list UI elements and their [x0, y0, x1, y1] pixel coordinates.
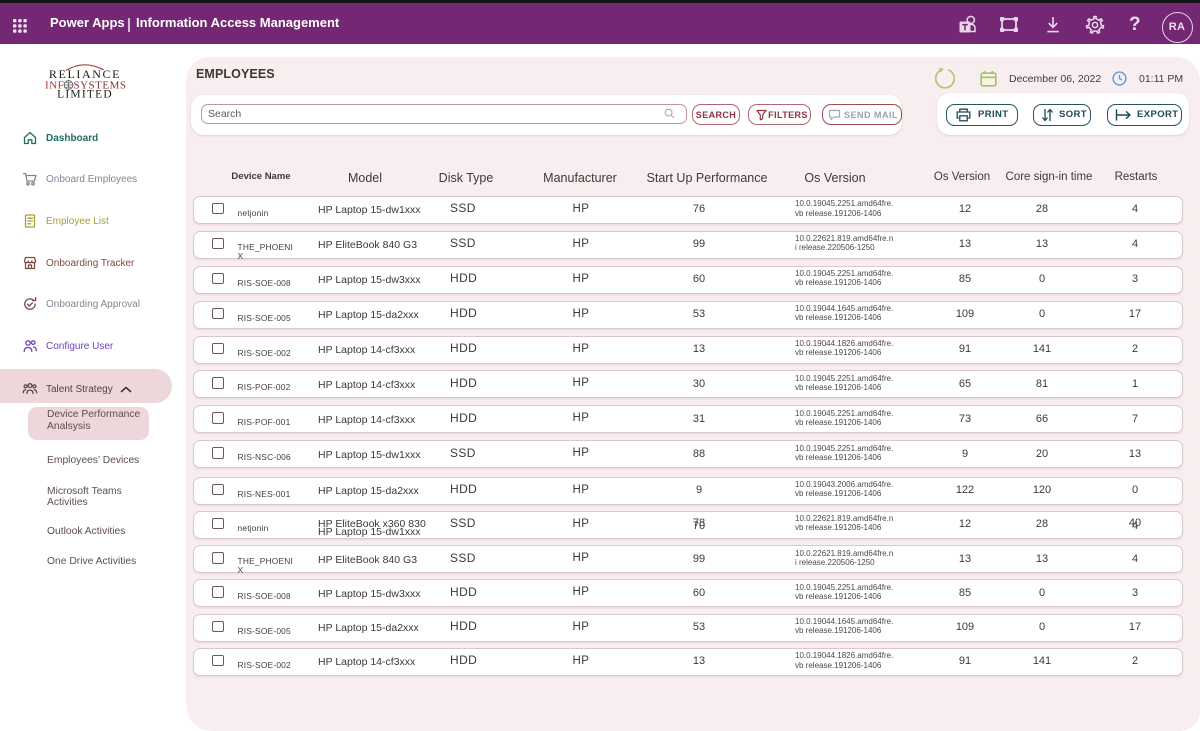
svg-text:LIMITED: LIMITED — [57, 89, 113, 101]
